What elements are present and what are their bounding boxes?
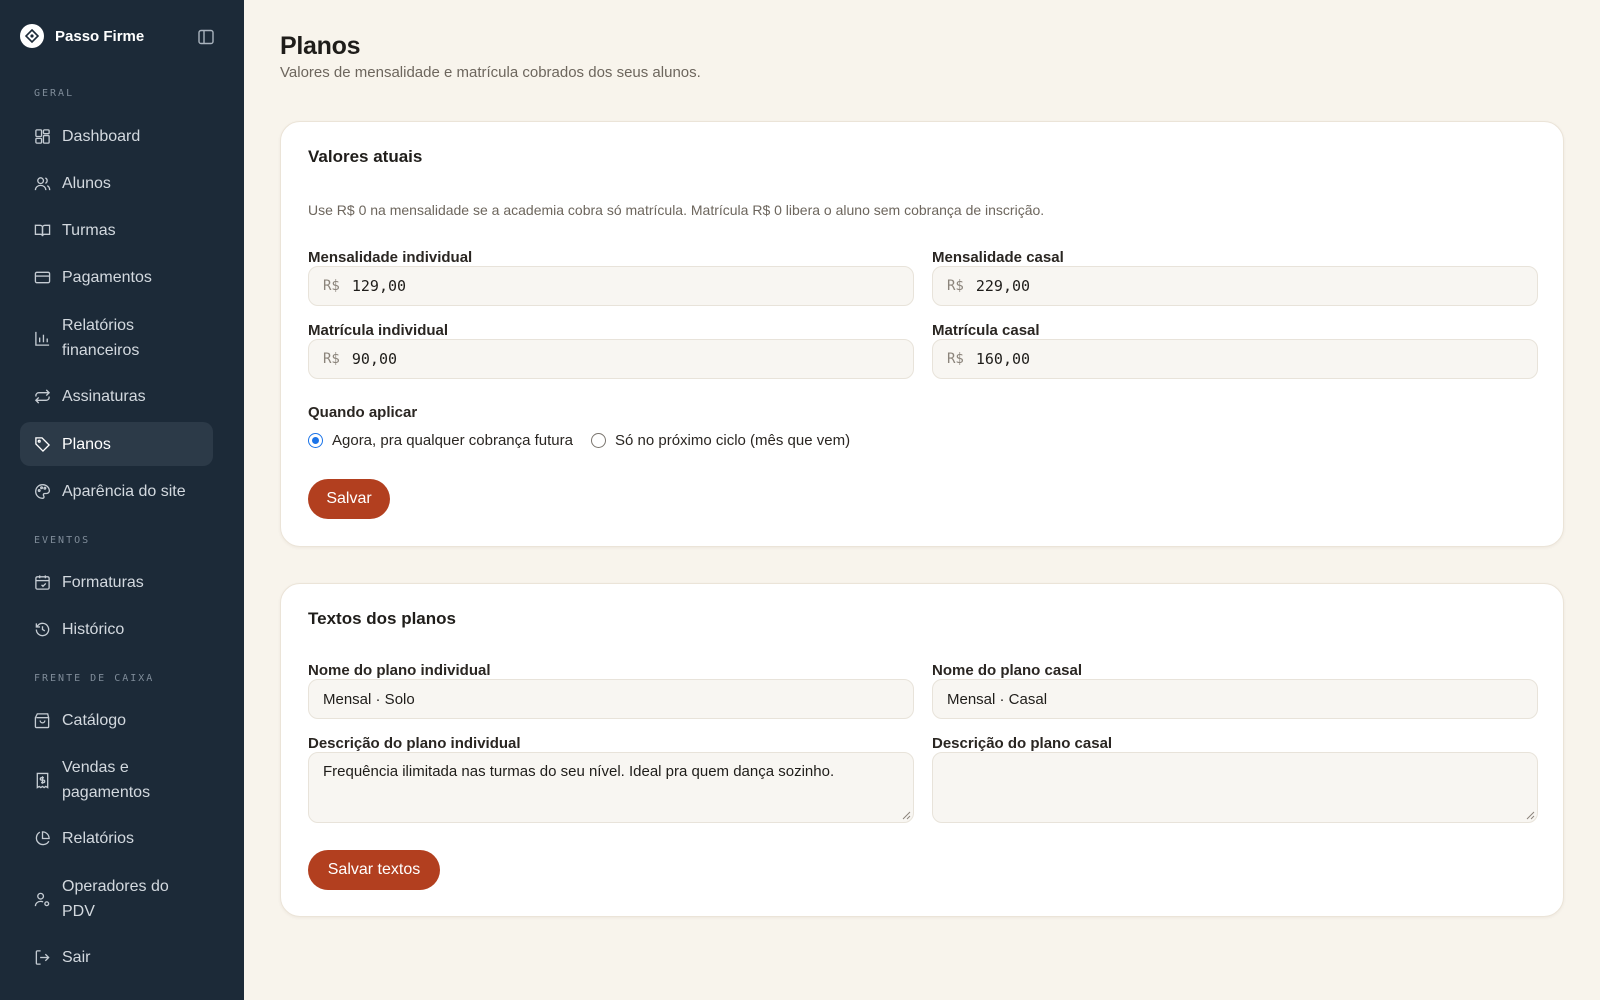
page-subtitle: Valores de mensalidade e matrícula cobra… bbox=[280, 64, 701, 81]
sidebar-item-label: Operadores do PDV bbox=[62, 878, 169, 920]
section-label-frente-de-caixa: FRENTE DE CAIXA bbox=[34, 673, 155, 684]
texts-card-title: Textos dos planos bbox=[308, 609, 456, 628]
tag-icon bbox=[33, 435, 51, 453]
nome-casal-input[interactable]: Mensal · Casal bbox=[932, 679, 1538, 719]
credit-card-icon bbox=[33, 268, 51, 286]
apply-next-cycle-label: Só no próximo ciclo (mês que vem) bbox=[615, 432, 851, 449]
mensalidade-individual-value: 129,00 bbox=[351, 277, 407, 295]
matricula-casal-label: Matrícula casal bbox=[932, 322, 1040, 339]
apply-now-label: Agora, pra qualquer cobrança futura bbox=[332, 432, 573, 449]
matricula-individual-input[interactable]: R$ 90,00 bbox=[308, 339, 914, 379]
sidebar-item-label: Formaturas bbox=[62, 573, 144, 591]
bar-chart-icon bbox=[33, 329, 51, 347]
sidebar-item-label: Dashboard bbox=[62, 127, 141, 145]
user-cog-icon bbox=[33, 890, 51, 908]
descricao-individual-textarea[interactable]: Frequência ilimitada nas turmas do seu n… bbox=[308, 752, 914, 823]
pie-chart-icon bbox=[33, 829, 51, 847]
descricao-individual-label: Descrição do plano individual bbox=[308, 735, 521, 752]
sidebar: Passo Firme GERAL Dashboard Alunos Turma… bbox=[0, 0, 244, 1000]
sidebar-item-label: Alunos bbox=[62, 174, 111, 192]
mensalidade-casal-input[interactable]: R$ 229,00 bbox=[932, 266, 1538, 306]
sidebar-item-label: Relatórios bbox=[62, 829, 135, 847]
nome-casal-label: Nome do plano casal bbox=[932, 662, 1083, 679]
palette-icon bbox=[33, 482, 51, 500]
sidebar-item-label: Sair bbox=[62, 948, 91, 966]
sidebar-item-label: Assinaturas bbox=[62, 387, 146, 405]
mensalidade-individual-input[interactable]: R$ 129,00 bbox=[308, 266, 914, 306]
sidebar-item-label: Histórico bbox=[62, 620, 125, 638]
sidebar-item-label: Turmas bbox=[62, 221, 116, 239]
brand-logo-icon bbox=[20, 24, 44, 48]
matricula-individual-value: 90,00 bbox=[351, 350, 398, 368]
log-out-icon bbox=[33, 948, 51, 966]
layout-dashboard-icon bbox=[33, 127, 51, 145]
sidebar-item-relatorios-financeiros[interactable]: Relatórios financeiros bbox=[20, 310, 213, 366]
sidebar-item-formaturas[interactable]: Formaturas bbox=[20, 560, 213, 604]
users-icon bbox=[33, 174, 51, 192]
sidebar-item-relatorios[interactable]: Relatórios bbox=[20, 816, 213, 860]
receipt-icon bbox=[33, 771, 51, 789]
values-card: Valores atuais Use R$ 0 na mensalidade s… bbox=[280, 121, 1564, 547]
page-title: Planos bbox=[280, 32, 361, 60]
sidebar-item-historico[interactable]: Histórico bbox=[20, 607, 213, 651]
apply-now-radio[interactable] bbox=[308, 433, 323, 448]
sidebar-item-catalogo[interactable]: Catálogo bbox=[20, 698, 213, 742]
sidebar-item-label: Planos bbox=[62, 435, 111, 453]
nome-casal-value: Mensal · Casal bbox=[947, 690, 1048, 708]
apply-now-option[interactable]: Agora, pra qualquer cobrança futura bbox=[308, 432, 573, 449]
currency-prefix: R$ bbox=[323, 278, 340, 294]
sidebar-item-sair[interactable]: Sair bbox=[20, 935, 213, 979]
sidebar-item-planos[interactable]: Planos bbox=[20, 422, 213, 466]
save-texts-button[interactable]: Salvar textos bbox=[308, 850, 440, 890]
mensalidade-individual-label: Mensalidade individual bbox=[308, 249, 473, 266]
shopping-bag-icon bbox=[33, 711, 51, 729]
save-button[interactable]: Salvar bbox=[308, 479, 390, 519]
brand-name: Passo Firme bbox=[55, 27, 145, 45]
nome-individual-label: Nome do plano individual bbox=[308, 662, 491, 679]
sidebar-item-turmas[interactable]: Turmas bbox=[20, 208, 213, 252]
descricao-casal-textarea[interactable] bbox=[932, 752, 1538, 823]
currency-prefix: R$ bbox=[323, 351, 340, 367]
brand[interactable]: Passo Firme bbox=[20, 24, 144, 48]
nome-individual-input[interactable]: Mensal · Solo bbox=[308, 679, 914, 719]
resize-handle-icon[interactable] bbox=[1526, 811, 1535, 820]
currency-prefix: R$ bbox=[947, 278, 964, 294]
resize-handle-icon[interactable] bbox=[902, 811, 911, 820]
descricao-casal-label: Descrição do plano casal bbox=[932, 735, 1113, 752]
apply-next-cycle-option[interactable]: Só no próximo ciclo (mês que vem) bbox=[591, 432, 850, 449]
mensalidade-casal-value: 229,00 bbox=[975, 277, 1031, 295]
sidebar-item-dashboard[interactable]: Dashboard bbox=[20, 114, 213, 158]
sidebar-item-assinaturas[interactable]: Assinaturas bbox=[20, 374, 213, 418]
sidebar-item-aparencia[interactable]: Aparência do site bbox=[20, 469, 213, 513]
history-icon bbox=[33, 620, 51, 638]
calendar-icon bbox=[33, 573, 51, 591]
sidebar-item-label: Vendas e pagamentos bbox=[62, 759, 151, 801]
sidebar-item-pagamentos[interactable]: Pagamentos bbox=[20, 255, 213, 299]
sidebar-item-label: Catálogo bbox=[62, 711, 127, 729]
texts-card: Textos dos planos Nome do plano individu… bbox=[280, 583, 1564, 917]
apply-next-cycle-radio[interactable] bbox=[591, 433, 606, 448]
book-open-icon bbox=[33, 221, 51, 239]
values-hint: Use R$ 0 na mensalidade se a academia co… bbox=[308, 202, 1045, 218]
matricula-casal-value: 160,00 bbox=[975, 350, 1031, 368]
currency-prefix: R$ bbox=[947, 351, 964, 367]
values-card-title: Valores atuais bbox=[308, 147, 423, 166]
sidebar-item-label: Aparência do site bbox=[62, 482, 186, 500]
sidebar-item-vendas-e-pagamentos[interactable]: Vendas e pagamentos bbox=[20, 752, 213, 808]
section-label-eventos: EVENTOS bbox=[34, 535, 91, 546]
matricula-casal-input[interactable]: R$ 160,00 bbox=[932, 339, 1538, 379]
descricao-individual-value: Frequência ilimitada nas turmas do seu n… bbox=[323, 763, 835, 780]
apply-timing-label: Quando aplicar bbox=[308, 404, 418, 421]
section-label-geral: GERAL bbox=[34, 88, 75, 99]
sidebar-item-operadores-pdv[interactable]: Operadores do PDV bbox=[20, 871, 213, 927]
sidebar-item-label: Relatórios financeiros bbox=[62, 317, 140, 359]
sidebar-toggle-icon[interactable] bbox=[197, 28, 215, 46]
repeat-icon bbox=[33, 387, 51, 405]
sidebar-item-alunos[interactable]: Alunos bbox=[20, 161, 213, 205]
mensalidade-casal-label: Mensalidade casal bbox=[932, 249, 1064, 266]
matricula-individual-label: Matrícula individual bbox=[308, 322, 449, 339]
apply-timing-radio-group: Agora, pra qualquer cobrança futura Só n… bbox=[308, 432, 850, 449]
sidebar-item-label: Pagamentos bbox=[62, 268, 152, 286]
nome-individual-value: Mensal · Solo bbox=[323, 690, 415, 708]
